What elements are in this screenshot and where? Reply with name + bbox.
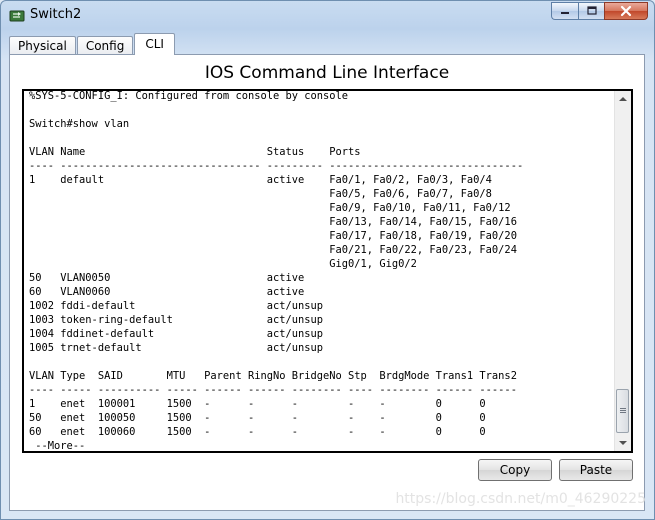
- scroll-up-button[interactable]: [615, 91, 631, 107]
- minimize-button[interactable]: [551, 2, 578, 20]
- page-title: IOS Command Line Interface: [204, 63, 450, 83]
- thumb-grip-line: [620, 408, 626, 409]
- cli-panel: IOS Command Line Interface %SYS-5-CONFIG…: [9, 54, 645, 511]
- tab-physical[interactable]: Physical: [9, 36, 76, 55]
- maximize-button[interactable]: [578, 2, 604, 20]
- maximize-icon: [586, 6, 597, 15]
- window-controls: [551, 2, 648, 21]
- scroll-up-icon: [619, 97, 627, 101]
- tab-config[interactable]: Config: [76, 36, 134, 55]
- tab-cli[interactable]: CLI: [134, 33, 175, 55]
- window-title: Switch2: [30, 7, 82, 22]
- scroll-thumb[interactable]: [616, 389, 629, 433]
- app-window: Switch2 Physical Config CLI IOS Command …: [0, 0, 655, 520]
- tab-bar: Physical Config CLI: [9, 33, 176, 55]
- paste-button[interactable]: Paste: [559, 459, 633, 481]
- thumb-grip-line: [620, 412, 626, 413]
- thumb-grip-line: [620, 410, 626, 411]
- close-button[interactable]: [604, 2, 648, 20]
- console-output[interactable]: %SYS-5-CONFIG_I: Configured from console…: [29, 91, 523, 451]
- title-bar[interactable]: Switch2: [1, 1, 654, 31]
- watermark-text: https://blog.csdn.net/m0_46290225: [395, 491, 646, 507]
- copy-button[interactable]: Copy: [478, 459, 552, 481]
- scroll-down-button[interactable]: [615, 435, 631, 451]
- close-icon: [620, 5, 632, 17]
- switch-app-icon: [9, 10, 25, 22]
- console-area[interactable]: %SYS-5-CONFIG_I: Configured from console…: [22, 89, 633, 453]
- scroll-down-icon: [619, 441, 627, 445]
- console-scrollbar[interactable]: [614, 91, 631, 451]
- minimize-icon: [561, 12, 569, 14]
